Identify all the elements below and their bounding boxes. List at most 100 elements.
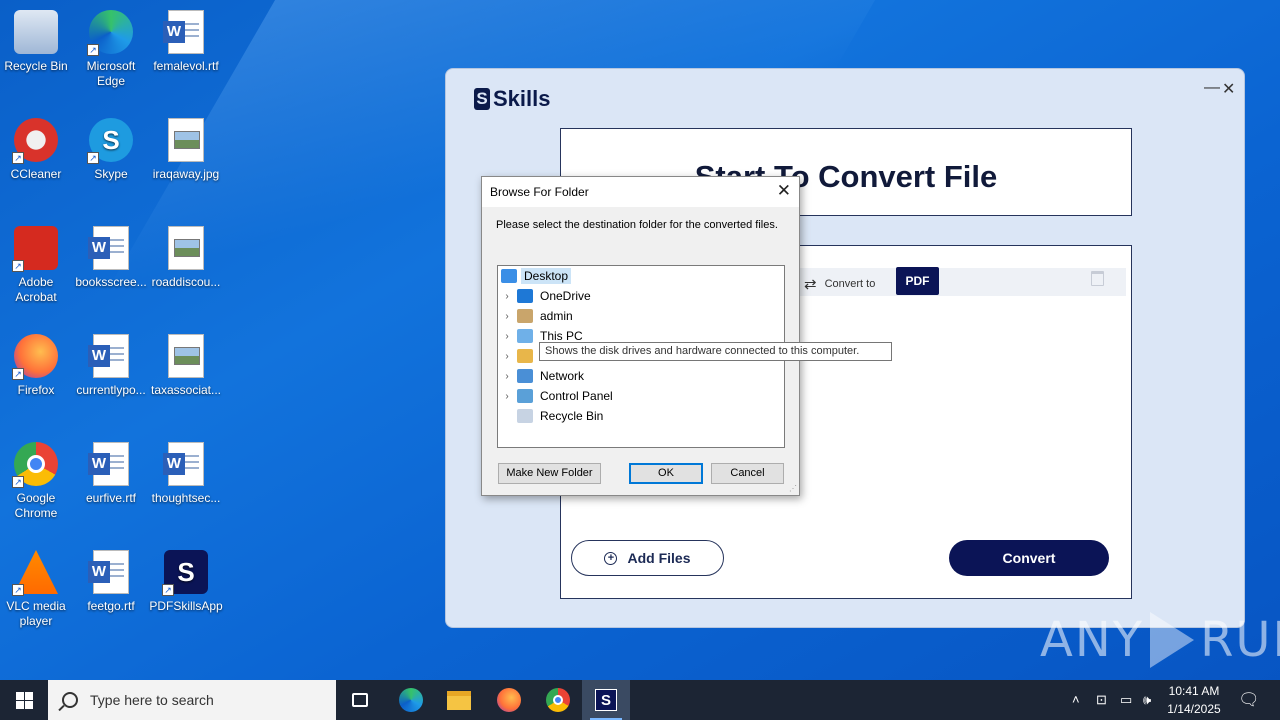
- convert-to-label: ⇄ Convert to: [804, 275, 875, 293]
- dialog-close-button[interactable]: ✕: [777, 181, 791, 201]
- skills-logo-text: Skills: [493, 86, 551, 111]
- vlc-icon: ↗: [12, 548, 60, 596]
- volume-icon[interactable]: 🕪: [1143, 692, 1151, 708]
- this-pc-tooltip: Shows the disk drives and hardware conne…: [539, 342, 892, 361]
- folder-tree-item[interactable]: › OneDrive: [498, 287, 594, 305]
- play-icon: [1150, 612, 1195, 668]
- taskbar-search[interactable]: Type here to search: [48, 680, 336, 720]
- firefox-icon: ↗: [12, 332, 60, 380]
- chrome-icon: [546, 688, 570, 712]
- format-select[interactable]: PDF: [896, 267, 939, 295]
- taskbar: Type here to search S ˄ ⊡ ▭ 🕪 10:41 AM 1…: [0, 680, 1280, 720]
- desktop-icon-label: Google Chrome: [14, 491, 58, 520]
- close-button[interactable]: ✕: [1222, 79, 1235, 99]
- meet-now-icon[interactable]: ⊡: [1096, 692, 1107, 708]
- acrobat-icon: ↗: [12, 224, 60, 272]
- desktop-icon-label: eurfive.rtf: [85, 491, 136, 505]
- taskbar-firefox[interactable]: [485, 680, 533, 720]
- network-icon[interactable]: ▭: [1120, 692, 1132, 708]
- taskbar-chrome[interactable]: [534, 680, 582, 720]
- taskbar-edge[interactable]: [387, 680, 435, 720]
- desktop-icon-label: feetgo.rtf: [87, 599, 135, 613]
- desktop-icon[interactable]: Wfeetgo.rtf: [73, 548, 149, 614]
- search-placeholder: Type here to search: [90, 692, 214, 708]
- expand-chevron-icon[interactable]: ›: [500, 331, 514, 342]
- dialog-message: Please select the destination folder for…: [496, 219, 778, 231]
- desktop-icon-label: Adobe Acrobat: [15, 275, 57, 304]
- desktop-icon-label: booksscree...: [75, 275, 147, 289]
- browse-for-folder-dialog: Browse For Folder ✕ Please select the de…: [481, 176, 800, 496]
- desktop-icon-label: taxassociat...: [150, 383, 222, 397]
- make-new-folder-button[interactable]: Make New Folder: [498, 463, 601, 484]
- folder-tree-label: Network: [540, 369, 585, 383]
- folder-tree-item[interactable]: › admin: [498, 307, 576, 325]
- expand-chevron-icon[interactable]: ›: [500, 311, 514, 322]
- desktop-icon[interactable]: roaddiscou...: [148, 224, 224, 290]
- desktop-icon[interactable]: S ↗ PDFSkillsApp: [148, 548, 224, 614]
- shortcut-arrow-icon: ↗: [12, 584, 24, 596]
- desktop-icon[interactable]: ↗ Microsoft Edge: [73, 8, 149, 89]
- folder-tree-item[interactable]: Desktop: [498, 267, 572, 285]
- resize-grip-icon[interactable]: ⋰: [789, 484, 797, 493]
- desktop-icon[interactable]: iraqaway.jpg: [148, 116, 224, 182]
- convert-button[interactable]: Convert: [949, 540, 1109, 576]
- image-file-icon: [162, 332, 210, 380]
- taskbar-file-explorer[interactable]: [435, 680, 483, 720]
- desktop-icon[interactable]: Wbooksscree...: [73, 224, 149, 290]
- folder-tree-item[interactable]: Recycle Bin: [498, 407, 606, 425]
- desktop-icon-label: Skype: [94, 167, 128, 181]
- folder-tree-label: Control Panel: [540, 389, 613, 403]
- word-document-icon: W: [87, 440, 135, 488]
- edge-icon: ↗: [87, 8, 135, 56]
- folder-tree-item[interactable]: › Network: [498, 367, 587, 385]
- windows-logo-icon: [15, 691, 33, 709]
- swap-arrows-icon: ⇄: [804, 276, 817, 293]
- desktop-icon[interactable]: ↗ Google Chrome: [0, 440, 74, 521]
- desktop-icon[interactable]: Wfemalevol.rtf: [148, 8, 224, 74]
- desktop-icon[interactable]: S ↗ Skype: [73, 116, 149, 182]
- desktop-icon[interactable]: Wthoughtsec...: [148, 440, 224, 506]
- ok-button[interactable]: OK: [629, 463, 703, 484]
- firefox-icon: [497, 688, 521, 712]
- skype-icon: S ↗: [87, 116, 135, 164]
- add-files-button[interactable]: + Add Files: [571, 540, 724, 576]
- expand-chevron-icon[interactable]: ›: [500, 371, 514, 382]
- folder-tree-item[interactable]: ›: [498, 347, 543, 365]
- desktop-icon-label: CCleaner: [10, 167, 62, 181]
- taskbar-pdfskills[interactable]: S: [582, 680, 630, 720]
- desktop-icon[interactable]: ↗ VLC media player: [0, 548, 74, 629]
- expand-chevron-icon[interactable]: ›: [500, 351, 514, 362]
- folder-icon: [447, 690, 471, 710]
- desktop-icon-label: PDFSkillsApp: [149, 599, 223, 613]
- cancel-button[interactable]: Cancel: [711, 463, 784, 484]
- expand-chevron-icon[interactable]: ›: [500, 391, 514, 402]
- folder-tree-item[interactable]: › Control Panel: [498, 387, 616, 405]
- desktop-icon-label: thoughtsec...: [151, 491, 221, 505]
- desktop-icon[interactable]: Weurfive.rtf: [73, 440, 149, 506]
- folder-tree-label: admin: [540, 309, 573, 323]
- desktop-icon[interactable]: taxassociat...: [148, 332, 224, 398]
- folder-tree-label: Recycle Bin: [540, 409, 604, 423]
- expand-chevron-icon[interactable]: ›: [500, 291, 514, 302]
- desktop-icon[interactable]: ↗ CCleaner: [0, 116, 74, 182]
- desktop-icon[interactable]: Wcurrentlypo...: [73, 332, 149, 398]
- taskbar-date[interactable]: 1/14/2025: [1164, 702, 1224, 716]
- search-icon: [62, 692, 78, 708]
- shortcut-arrow-icon: ↗: [87, 44, 99, 56]
- chevron-up-icon[interactable]: ˄: [1072, 692, 1080, 707]
- word-document-icon: W: [162, 8, 210, 56]
- notifications-icon[interactable]: 🗨: [1238, 690, 1260, 710]
- folder-tree-label: OneDrive: [540, 289, 591, 303]
- trash-icon[interactable]: [1091, 271, 1104, 286]
- minimize-button[interactable]: —: [1204, 79, 1220, 97]
- task-view-button[interactable]: [336, 680, 384, 720]
- desktop-icon[interactable]: ↗ Adobe Acrobat: [0, 224, 74, 305]
- desktop-icon[interactable]: Recycle Bin: [0, 8, 74, 74]
- shortcut-arrow-icon: ↗: [12, 152, 24, 164]
- desktop-icon[interactable]: ↗ Firefox: [0, 332, 74, 398]
- ccleaner-icon: ↗: [12, 116, 60, 164]
- shortcut-arrow-icon: ↗: [12, 368, 24, 380]
- desktop-icon-label: VLC media player: [6, 599, 66, 628]
- start-button[interactable]: [0, 680, 48, 720]
- taskbar-time[interactable]: 10:41 AM: [1164, 684, 1224, 698]
